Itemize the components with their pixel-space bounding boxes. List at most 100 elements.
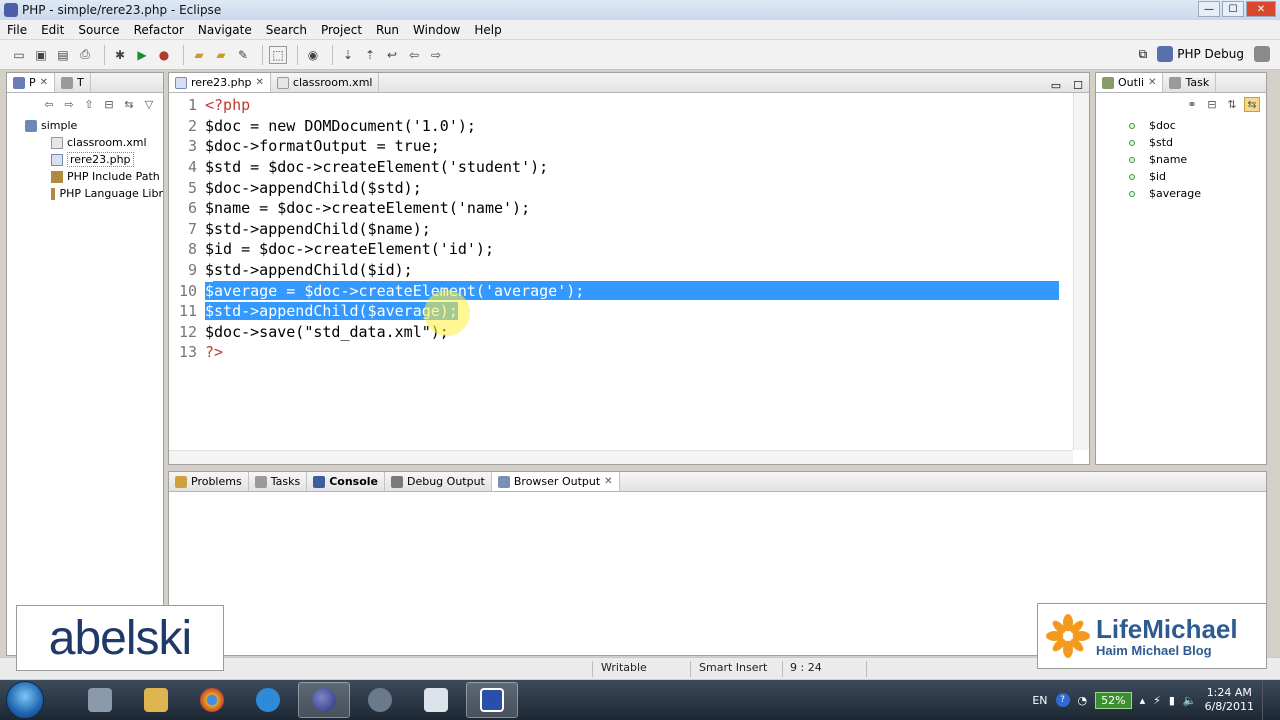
tab-outline[interactable]: Outli ✕ [1096,73,1164,92]
code-line[interactable]: 4 $std = $doc->createElement('student'); [169,157,1074,178]
external-tools-icon[interactable]: ● [155,46,173,64]
php-debug-perspective-button[interactable]: PHP Debug [1153,44,1248,64]
up-icon[interactable]: ⇧ [81,98,97,111]
help-icon[interactable]: ? [1055,693,1070,707]
menu-file[interactable]: File [0,23,34,37]
tree-item-php-include-path[interactable]: PHP Include Path [7,168,163,185]
tab-problems[interactable]: Problems [169,472,249,491]
collapse-all-icon[interactable]: ⊟ [101,98,117,111]
sort-icon[interactable]: ⇅ [1224,98,1240,111]
search-tool-icon[interactable]: ✎ [234,46,252,64]
taskbar-eclipse[interactable] [298,682,350,718]
tab-browser-output[interactable]: Browser Output ✕ [491,472,620,491]
tray-icon[interactable]: ◔ [1078,694,1088,707]
tab-console[interactable]: Console [307,472,385,491]
prev-annotation-icon[interactable]: ⇡ [361,46,379,64]
code-line[interactable]: 3 $doc->formatOutput = true; [169,136,1074,157]
menu-edit[interactable]: Edit [34,23,71,37]
tree-item-simple[interactable]: simple [7,117,163,134]
menu-window[interactable]: Window [406,23,467,37]
collapse-all-icon[interactable]: ⊟ [1204,98,1220,111]
close-icon[interactable]: ✕ [40,77,48,88]
back-icon[interactable]: ⇦ [41,98,57,111]
maximize-button[interactable]: ☐ [1222,1,1244,17]
code-line[interactable]: 13 ?> [169,342,1074,363]
maximize-view-icon[interactable]: ☐ [1067,79,1089,92]
taskbar-chrome[interactable] [186,682,238,718]
code-line-selected[interactable]: 10 $average = $doc->createElement('averag… [169,280,1074,301]
tab-php-explorer[interactable]: P ✕ [7,73,56,92]
close-icon[interactable]: ✕ [256,77,264,88]
globe-icon[interactable]: ◉ [304,46,322,64]
code-area[interactable]: 1 <?php 2 $doc = new DOMDocument('1.0'); 3… [169,95,1074,363]
tab-type-hierarchy[interactable]: T [55,73,91,92]
outline-item[interactable]: $doc [1096,117,1266,134]
menu-source[interactable]: Source [71,23,126,37]
outline-item[interactable]: $id [1096,168,1266,185]
code-line-selected[interactable]: 11 $std->appendChild($average); [169,301,1074,322]
view-menu-icon[interactable]: ▽ [141,98,157,111]
taskbar-tool[interactable] [354,682,406,718]
open-type-icon[interactable]: ▰ [212,46,230,64]
language-indicator[interactable]: EN [1032,694,1047,707]
tree-item-classroom-xml[interactable]: classroom.xml [7,134,163,151]
code-line[interactable]: 5 $doc->appendChild($std); [169,177,1074,198]
tree-item-rere23-php[interactable]: rere23.php [7,151,163,168]
forward-icon[interactable]: ⇨ [427,46,445,64]
start-button[interactable] [6,681,44,719]
outline-item[interactable]: $std [1096,134,1266,151]
battery-indicator[interactable]: 52% [1095,691,1132,709]
back-icon[interactable]: ⇦ [405,46,423,64]
new-icon[interactable]: ▭ [10,46,28,64]
php-perspective-icon[interactable] [1254,46,1270,62]
close-icon[interactable]: ✕ [604,476,612,487]
menu-search[interactable]: Search [259,23,314,37]
power-icon[interactable]: ⚡ [1153,694,1161,707]
code-line[interactable]: 12 $doc->save("std_data.xml"); [169,322,1074,343]
taskbar-explorer[interactable] [130,682,182,718]
taskbar-outlook[interactable] [410,682,462,718]
tab-rere23-php[interactable]: rere23.php ✕ [169,73,271,92]
open-perspective-icon[interactable]: ⧉ [1139,47,1148,62]
close-button[interactable]: ✕ [1246,1,1276,17]
link-editor-icon[interactable]: ⇆ [121,98,137,111]
last-edit-icon[interactable]: ↩ [383,46,401,64]
php-explorer-icon[interactable]: ⬚ [269,45,287,64]
tab-tasks-bottom[interactable]: Tasks [249,472,308,491]
taskbar-app-1[interactable] [74,682,126,718]
editor-horizontal-scrollbar[interactable] [169,450,1073,464]
code-line[interactable]: 2 $doc = new DOMDocument('1.0'); [169,116,1074,137]
tab-debug-output[interactable]: Debug Output [385,472,492,491]
volume-icon[interactable]: 🔈 [1183,694,1197,707]
menu-run[interactable]: Run [369,23,406,37]
clock[interactable]: 1:24 AM 6/8/2011 [1205,686,1254,714]
taskbar-recorder[interactable] [466,682,518,718]
outline-item[interactable]: $name [1096,151,1266,168]
save-all-icon[interactable]: ▤ [54,46,72,64]
outline-item[interactable]: $average [1096,185,1266,202]
network-icon[interactable]: ▮ [1169,694,1175,707]
code-line[interactable]: 6 $name = $doc->createElement('name'); [169,198,1074,219]
editor-vertical-scrollbar[interactable] [1073,93,1089,450]
menu-refactor[interactable]: Refactor [127,23,191,37]
run-icon[interactable]: ▶ [133,46,151,64]
open-folder-icon[interactable]: ▰ [190,46,208,64]
code-line[interactable]: 7 $std->appendChild($name); [169,219,1074,240]
print-icon[interactable]: ⎙ [76,46,94,64]
taskbar-ie[interactable] [242,682,294,718]
show-desktop-button[interactable] [1262,680,1272,720]
menu-help[interactable]: Help [467,23,508,37]
menu-project[interactable]: Project [314,23,369,37]
hide-fields-icon[interactable]: ⚭ [1184,98,1200,111]
menu-navigate[interactable]: Navigate [191,23,259,37]
tree-item-php-language-library[interactable]: PHP Language Libr [7,185,163,202]
tab-classroom-xml[interactable]: classroom.xml [271,73,380,92]
code-line[interactable]: 9 $std->appendChild($id); [169,260,1074,281]
code-line[interactable]: 8 $id = $doc->createElement('id'); [169,239,1074,260]
debug-icon[interactable]: ✱ [111,46,129,64]
forward-icon[interactable]: ⇨ [61,98,77,111]
next-annotation-icon[interactable]: ⇣ [339,46,357,64]
tab-tasks[interactable]: Task [1163,73,1217,92]
code-line[interactable]: 1 <?php [169,95,1074,116]
minimize-button[interactable]: — [1198,1,1220,17]
